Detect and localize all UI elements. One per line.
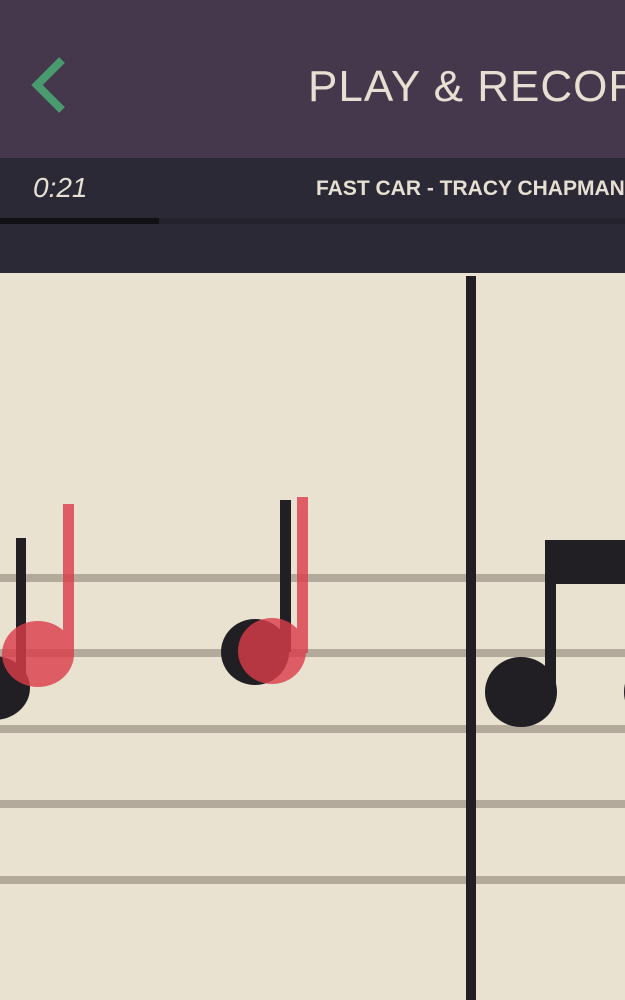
played-note <box>2 504 74 687</box>
bar-line <box>466 276 476 1000</box>
playback-progress-fill <box>0 218 160 224</box>
played-note <box>238 497 308 684</box>
music-staff <box>0 273 625 1000</box>
elapsed-time: 0:21 <box>33 172 88 203</box>
page-title: PLAY & RECORD <box>308 62 625 111</box>
header-bar: PLAY & RECORD <box>0 0 625 158</box>
track-info-bar: 0:21 FAST CAR - TRACY CHAPMAN <box>0 158 625 273</box>
chevron-left-icon <box>31 57 65 113</box>
song-title: FAST CAR - TRACY CHAPMAN <box>316 177 625 200</box>
playback-progress-bar[interactable] <box>0 218 625 224</box>
back-button[interactable] <box>22 50 82 120</box>
reference-note <box>485 540 625 727</box>
note-beam <box>545 540 625 584</box>
staff-lines <box>0 574 625 884</box>
